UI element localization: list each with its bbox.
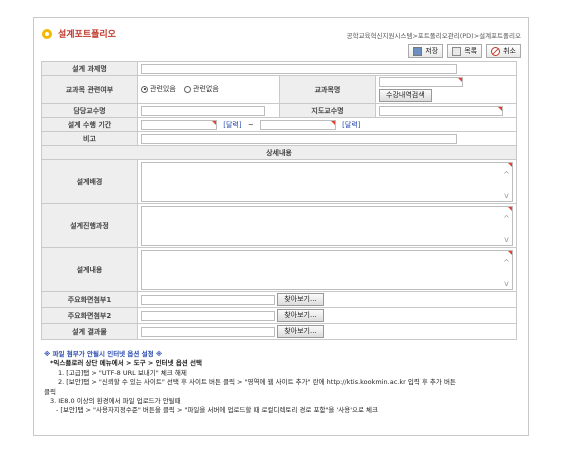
breadcrumb: 공학교육혁신지원시스템>포트폴리오관리(PD)>설계포트폴리오 bbox=[346, 32, 521, 40]
save-button[interactable]: 저장 bbox=[408, 44, 444, 58]
content-textarea[interactable]: ^ v bbox=[141, 249, 513, 290]
professor-label: 담당교수명 bbox=[41, 103, 138, 118]
period-end-calendar-link[interactable]: [달력] bbox=[342, 121, 360, 129]
list-button[interactable]: 목록 bbox=[447, 44, 483, 58]
radio-related[interactable]: 관련있음 bbox=[141, 84, 176, 94]
content-label: 설계내용 bbox=[41, 247, 138, 292]
detail-section-header: 상세내용 bbox=[41, 145, 517, 160]
advisor-input[interactable] bbox=[379, 105, 503, 116]
scroll-down-icon[interactable]: v bbox=[503, 191, 510, 199]
page-title: 설계포트폴리오 bbox=[58, 30, 116, 40]
scroll-up-icon[interactable]: ^ bbox=[503, 258, 510, 266]
radio-unrelated[interactable]: 관련없음 bbox=[184, 84, 219, 94]
cancel-button[interactable]: 취소 bbox=[486, 44, 521, 58]
task-name-label: 설계 과제명 bbox=[41, 61, 138, 76]
notes-line-2: 2. [보안]탭 > "신뢰할 수 있는 사이트" 선택 후 사이트 버튼 클릭… bbox=[58, 378, 456, 387]
floppy-disk-icon bbox=[413, 46, 423, 56]
period-start-calendar-link[interactable]: [달력] bbox=[223, 121, 241, 129]
title-bullet-icon bbox=[42, 29, 52, 39]
course-name-input[interactable] bbox=[379, 77, 463, 87]
note-input[interactable] bbox=[141, 133, 457, 144]
course-name-label: 교과목명 bbox=[279, 75, 376, 104]
cancel-button-label: 취소 bbox=[503, 47, 516, 55]
attach1-label: 주요화면첨부1 bbox=[41, 291, 138, 308]
notes-line-2b: 클릭 bbox=[44, 387, 56, 396]
portfolio-form: 설계 과제명 교과목 관련여부 관련있음 관련없음 교과목명 수강내역검색 담당… bbox=[41, 61, 517, 340]
scroll-down-icon[interactable]: v bbox=[503, 235, 510, 243]
scroll-up-icon[interactable]: ^ bbox=[503, 214, 510, 222]
radio-unrelated-dot[interactable] bbox=[184, 85, 191, 93]
period-separator: ~ bbox=[247, 120, 254, 129]
toolbar: 저장 목록 취소 bbox=[408, 44, 521, 58]
scroll-down-icon[interactable]: v bbox=[503, 279, 510, 287]
task-name-input[interactable] bbox=[141, 63, 457, 74]
course-related-label: 교과목 관련여부 bbox=[41, 75, 138, 104]
process-scrollbar[interactable]: ^ v bbox=[502, 214, 511, 243]
attach1-browse-button[interactable]: 찾아보기... bbox=[277, 293, 324, 306]
scroll-up-icon[interactable]: ^ bbox=[503, 170, 510, 178]
attach2-label: 주요화면첨부2 bbox=[41, 307, 138, 324]
attach2-file-input[interactable] bbox=[141, 310, 275, 321]
period-label: 설계 수행 기간 bbox=[41, 117, 138, 132]
result-browse-button[interactable]: 찾아보기... bbox=[277, 325, 324, 338]
notes-subtitle: *익스플로러 상단 메뉴에서 > 도구 > 인터넷 옵션 선택 bbox=[50, 359, 202, 368]
list-button-label: 목록 bbox=[464, 47, 478, 55]
period-start-input[interactable] bbox=[141, 119, 217, 130]
period-end-input[interactable] bbox=[259, 119, 336, 130]
process-label: 설계진행과정 bbox=[41, 203, 138, 248]
advisor-label: 지도교수명 bbox=[279, 103, 376, 118]
radio-related-dot[interactable] bbox=[141, 85, 148, 93]
background-scrollbar[interactable]: ^ v bbox=[502, 170, 511, 199]
attach1-file-input[interactable] bbox=[141, 294, 275, 305]
note-label: 비고 bbox=[41, 131, 138, 146]
course-search-button[interactable]: 수강내역검색 bbox=[379, 89, 432, 102]
background-label: 설계배경 bbox=[41, 159, 138, 204]
professor-input[interactable] bbox=[141, 105, 265, 116]
notes-line-4: - [보안]탭 > "사용자지정수준" 버튼을 클릭 > "파일을 서버에 업로… bbox=[56, 406, 378, 415]
radio-related-label: 관련있음 bbox=[150, 85, 176, 94]
notes-title: ※ 파일 첨부가 안될시 인터넷 옵션 설정 ※ bbox=[44, 350, 163, 358]
cancel-icon bbox=[491, 46, 501, 56]
process-textarea[interactable]: ^ v bbox=[141, 205, 513, 246]
result-label: 설계 결과물 bbox=[41, 323, 138, 340]
save-button-label: 저장 bbox=[425, 47, 439, 55]
list-icon bbox=[452, 46, 462, 56]
background-textarea[interactable]: ^ v bbox=[141, 161, 513, 202]
content-scrollbar[interactable]: ^ v bbox=[502, 258, 511, 287]
result-file-input[interactable] bbox=[141, 326, 275, 337]
upload-help-notes: ※ 파일 첨부가 안될시 인터넷 옵션 설정 ※ *익스플로러 상단 메뉴에서 … bbox=[44, 350, 524, 416]
notes-line-1: 1. [고급]탭 > "UTF-8 URL 보내기" 체크 해제 bbox=[58, 368, 187, 377]
radio-unrelated-label: 관련없음 bbox=[193, 85, 219, 94]
attach2-browse-button[interactable]: 찾아보기... bbox=[277, 309, 324, 322]
